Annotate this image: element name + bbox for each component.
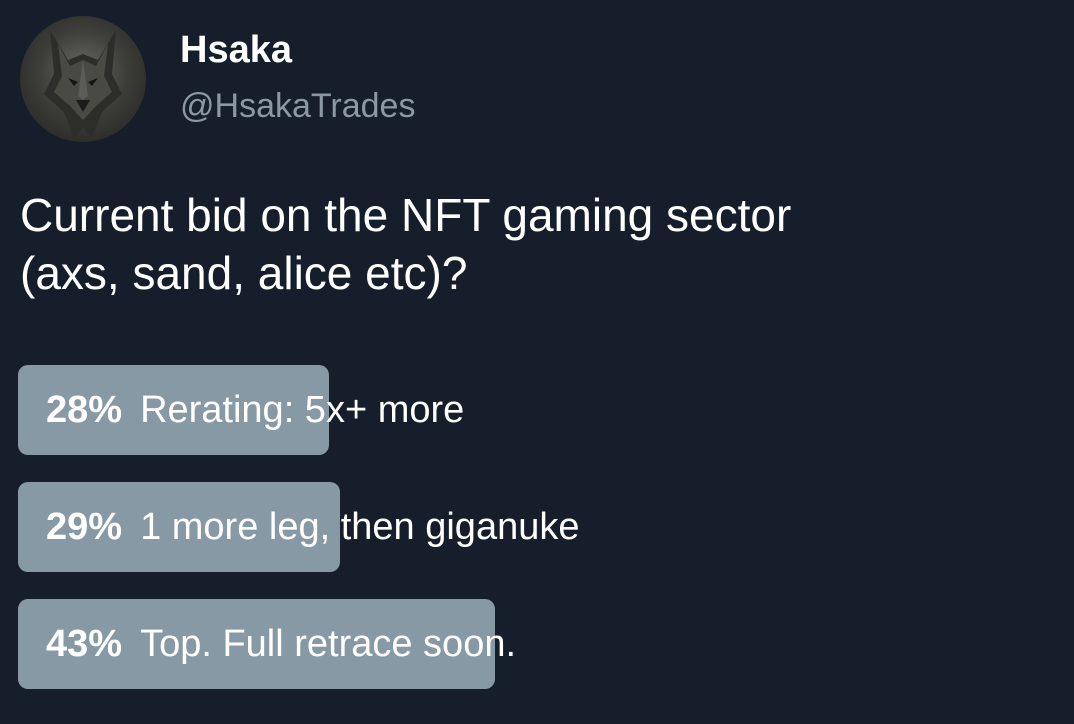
poll-option-label: Top. Full retrace soon. <box>140 623 517 665</box>
wolf-avatar-icon <box>44 30 122 138</box>
user-names: Hsaka @HsakaTrades <box>180 28 415 128</box>
tweet-card: Hsaka @HsakaTrades Current bid on the NF… <box>0 0 1074 724</box>
tweet-text-line: (axs, sand, alice etc)? <box>20 247 468 299</box>
avatar[interactable] <box>20 16 146 142</box>
tweet-text-line: Current bid on the NFT gaming sector <box>20 189 792 241</box>
poll: 28% Rerating: 5x+ more 29% 1 more leg, the… <box>18 365 1058 716</box>
poll-option[interactable]: 29% 1 more leg, then giganuke <box>18 482 1058 572</box>
poll-option[interactable]: 28% Rerating: 5x+ more <box>18 365 1058 455</box>
tweet-header: Hsaka @HsakaTrades <box>20 16 415 142</box>
tweet-text: Current bid on the NFT gaming sector (ax… <box>20 186 1060 302</box>
poll-option-percent: 43% <box>46 623 123 665</box>
poll-option-label: 1 more leg, then giganuke <box>140 506 580 548</box>
user-handle[interactable]: @HsakaTrades <box>180 84 415 128</box>
poll-option-percent: 29% <box>46 506 123 548</box>
poll-option-label: Rerating: 5x+ more <box>140 389 465 431</box>
display-name[interactable]: Hsaka <box>180 28 415 72</box>
poll-option-percent: 28% <box>46 389 123 431</box>
poll-option[interactable]: 43% Top. Full retrace soon. <box>18 599 1058 689</box>
